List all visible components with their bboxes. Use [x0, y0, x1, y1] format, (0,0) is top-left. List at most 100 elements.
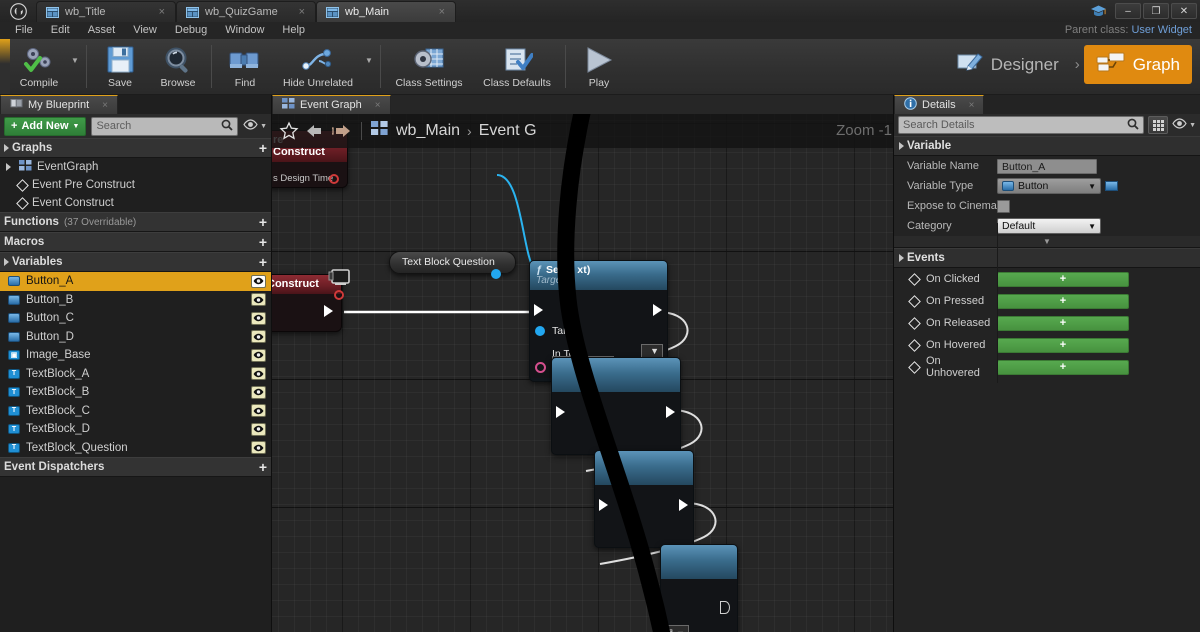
toolbar-hide-unrelated-button[interactable]: Hide Unrelated — [274, 39, 362, 94]
toolbar-find-button[interactable]: Find — [216, 39, 274, 94]
variable-row-textblock-b[interactable]: T TextBlock_B — [0, 383, 271, 402]
details-grid-view-button[interactable] — [1148, 116, 1169, 134]
variable-name-input[interactable]: Button_A — [997, 158, 1097, 174]
exec-output-pin[interactable] — [653, 304, 662, 316]
details-visibility-options-button[interactable]: ▼ — [1172, 118, 1196, 132]
visibility-eye-icon[interactable] — [251, 385, 266, 399]
visibility-eye-icon[interactable] — [251, 330, 266, 344]
designer-mode-button[interactable]: Designer — [944, 44, 1071, 85]
add-event-dispatcher-button[interactable]: + — [259, 459, 267, 475]
target-input-pin[interactable] — [535, 326, 545, 336]
menu-item-asset[interactable]: Asset — [79, 22, 125, 39]
text-input-pin[interactable] — [535, 362, 546, 373]
details-category-variable[interactable]: Variable — [894, 136, 1200, 156]
variable-row-button-a[interactable]: Button_A — [0, 272, 271, 291]
add-on-pressed-event-button[interactable]: + — [997, 293, 1129, 309]
variable-row-button-d[interactable]: Button_D — [0, 328, 271, 347]
menu-item-edit[interactable]: Edit — [42, 22, 79, 39]
document-tab-wb-title[interactable]: wb_Title × — [36, 1, 176, 22]
node-set-text-3[interactable] — [594, 450, 694, 548]
details-category-events[interactable]: Events — [894, 248, 1200, 268]
add-on-unhovered-event-button[interactable]: + — [997, 359, 1129, 375]
menu-item-view[interactable]: View — [124, 22, 166, 39]
parent-class-value[interactable]: User Widget — [1131, 24, 1192, 36]
object-output-pin[interactable] — [491, 269, 501, 279]
close-button[interactable]: ✕ — [1171, 3, 1197, 19]
exec-output-pin[interactable] — [666, 406, 675, 418]
my-blueprint-search-input[interactable]: Search — [91, 116, 239, 136]
variable-row-textblock-d[interactable]: T TextBlock_D — [0, 420, 271, 439]
graph-mode-button[interactable]: Graph — [1083, 45, 1192, 84]
tab-details[interactable]: Details × — [894, 95, 985, 114]
text-localization-combo[interactable]: 料理 ▼ — [661, 625, 689, 632]
visibility-eye-icon[interactable] — [251, 348, 266, 362]
breadcrumb-root[interactable]: wb_Main — [396, 122, 460, 140]
bookmark-star-icon[interactable] — [278, 120, 300, 142]
add-macro-button[interactable]: + — [259, 234, 267, 250]
section-header-graphs[interactable]: Graphs + — [0, 138, 271, 158]
menu-item-debug[interactable]: Debug — [166, 22, 216, 39]
visibility-eye-icon[interactable] — [251, 441, 266, 455]
exec-output-pin[interactable] — [720, 601, 730, 614]
expose-to-cinematics-checkbox[interactable] — [997, 199, 1010, 213]
tab-close-icon[interactable]: × — [375, 100, 381, 111]
visibility-eye-icon[interactable] — [251, 293, 266, 307]
tab-close-icon[interactable]: × — [969, 100, 975, 111]
section-header-event-dispatchers[interactable]: Event Dispatchers + — [0, 457, 271, 477]
tab-close-icon[interactable]: × — [299, 6, 305, 18]
add-function-button[interactable]: + — [259, 214, 267, 230]
tab-close-icon[interactable]: × — [439, 6, 445, 18]
graduation-cap-icon[interactable] — [1089, 2, 1107, 20]
hide-unrelated-caret-icon[interactable]: ▼ — [362, 39, 376, 94]
bool-pin-icon[interactable] — [334, 290, 344, 300]
tree-item-event-construct[interactable]: Event Construct — [0, 194, 271, 212]
menu-item-file[interactable]: File — [6, 22, 42, 39]
variable-row-button-b[interactable]: Button_B — [0, 291, 271, 310]
variable-row-image-base[interactable]: ▣ Image_Base — [0, 346, 271, 365]
visibility-eye-icon[interactable] — [251, 311, 266, 325]
tree-item-eventgraph[interactable]: EventGraph — [0, 158, 271, 176]
exec-input-pin[interactable] — [599, 499, 608, 511]
toolbar-save-button[interactable]: Save — [91, 39, 149, 94]
toolbar-class-defaults-button[interactable]: Class Defaults — [473, 39, 561, 94]
toolbar-compile-button[interactable]: Compile — [10, 39, 68, 94]
section-header-macros[interactable]: Macros + — [0, 232, 271, 252]
node-set-text-4[interactable]: 料理 ▼ — [660, 544, 738, 632]
advanced-properties-expander[interactable]: ▼ — [894, 236, 1200, 248]
add-new-button[interactable]: + Add New ▼ — [4, 116, 87, 136]
visibility-eye-icon[interactable] — [251, 422, 266, 436]
restore-button[interactable]: ❐ — [1143, 3, 1169, 19]
variable-type-container-icon[interactable] — [1105, 181, 1118, 191]
breadcrumb-child[interactable]: Event G — [479, 122, 537, 140]
add-on-released-event-button[interactable]: + — [997, 315, 1129, 331]
category-dropdown[interactable]: Default ▼ — [997, 218, 1101, 234]
visibility-eye-icon[interactable] — [251, 274, 266, 288]
toolbar-play-button[interactable]: Play — [570, 39, 628, 94]
visibility-options-button[interactable]: ▼ — [243, 119, 267, 133]
toolbar-browse-button[interactable]: Browse — [149, 39, 207, 94]
menu-item-help[interactable]: Help — [273, 22, 314, 39]
section-header-variables[interactable]: Variables + — [0, 252, 271, 272]
graph-canvas[interactable]: re Construct s Design Time Construct — [272, 114, 893, 632]
variable-row-button-c[interactable]: Button_C — [0, 309, 271, 328]
variable-row-textblock-a[interactable]: T TextBlock_A — [0, 365, 271, 384]
variable-row-textblock-question[interactable]: T TextBlock_Question — [0, 439, 271, 458]
exec-output-pin[interactable] — [324, 305, 333, 317]
add-graph-button[interactable]: + — [259, 140, 267, 156]
text-localization-combo[interactable]: ▼ — [640, 344, 663, 358]
visibility-eye-icon[interactable] — [251, 404, 266, 418]
menu-item-window[interactable]: Window — [216, 22, 273, 39]
variable-row-textblock-c[interactable]: T TextBlock_C — [0, 402, 271, 421]
add-on-clicked-event-button[interactable]: + — [997, 271, 1129, 287]
add-on-hovered-event-button[interactable]: + — [997, 337, 1129, 353]
node-set-text-2[interactable] — [551, 357, 681, 455]
toolbar-class-settings-button[interactable]: Class Settings — [385, 39, 473, 94]
tab-close-icon[interactable]: × — [102, 100, 108, 111]
navigate-back-icon[interactable] — [304, 120, 326, 142]
details-search-input[interactable]: Search Details — [898, 116, 1145, 134]
add-variable-button[interactable]: + — [259, 254, 267, 270]
document-tab-wb-quizgame[interactable]: wb_QuizGame × — [176, 1, 316, 22]
exec-input-pin[interactable] — [556, 406, 565, 418]
minimize-button[interactable]: – — [1115, 3, 1141, 19]
variable-type-dropdown[interactable]: Button ▼ — [997, 178, 1101, 194]
